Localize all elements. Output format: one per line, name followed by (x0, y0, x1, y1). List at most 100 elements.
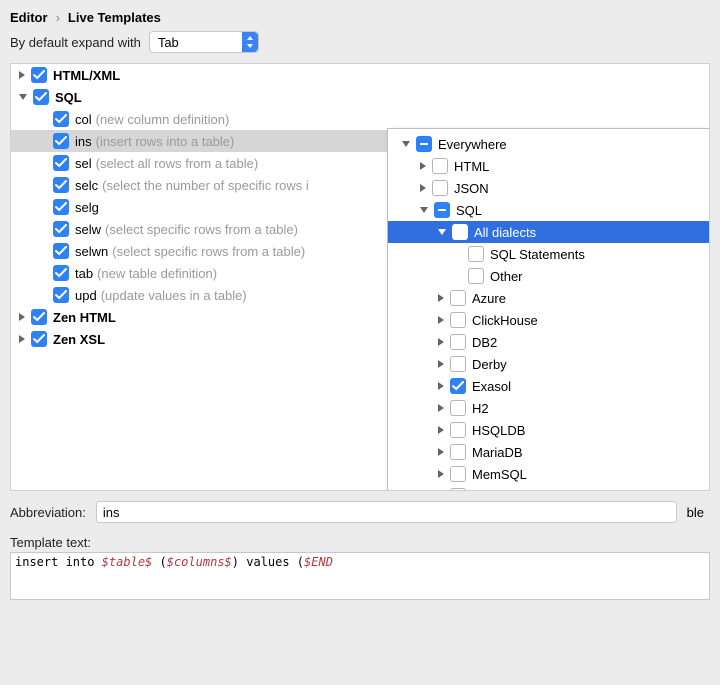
checkbox-indeterminate-icon[interactable] (416, 136, 432, 152)
tree-item-abbr: tab (75, 266, 93, 281)
popup-row-everywhere[interactable]: Everywhere (388, 133, 710, 155)
checkbox-icon[interactable] (53, 155, 69, 171)
popup-row-all-dialects[interactable]: All dialects (388, 221, 710, 243)
popup-row[interactable]: MariaDB (388, 441, 710, 463)
popup-row[interactable]: Other (388, 265, 710, 287)
checkbox-icon[interactable] (432, 158, 448, 174)
popup-label: HTML (454, 159, 489, 174)
popup-row[interactable]: SQL Statements (388, 243, 710, 265)
checkbox-icon[interactable] (53, 243, 69, 259)
abbreviation-input[interactable] (96, 501, 677, 523)
tree-item[interactable]: col (new column definition) (11, 108, 709, 130)
checkbox-icon[interactable] (450, 290, 466, 306)
chevron-right-icon (19, 71, 25, 79)
popup-label: Everywhere (438, 137, 507, 152)
tree-group-label: HTML/XML (53, 68, 120, 83)
checkbox-icon[interactable] (450, 488, 466, 491)
crumb-sep: › (56, 10, 60, 25)
checkbox-indeterminate-icon[interactable] (434, 202, 450, 218)
expand-select[interactable]: Tab (149, 31, 259, 53)
popup-label: SQL Statements (490, 247, 585, 262)
checkbox-icon[interactable] (450, 378, 466, 394)
tree-item-abbr: col (75, 112, 92, 127)
popup-row[interactable]: Azure (388, 287, 710, 309)
popup-row[interactable]: Exasol (388, 375, 710, 397)
checkbox-icon[interactable] (468, 268, 484, 284)
popup-label: MariaDB (472, 445, 523, 460)
chevron-right-icon (438, 426, 444, 434)
templates-tree[interactable]: HTML/XML SQL col (new column definition)… (10, 63, 710, 491)
popup-label: JSON (454, 181, 489, 196)
checkbox-icon[interactable] (31, 309, 47, 325)
chevron-right-icon (438, 382, 444, 390)
checkbox-icon[interactable] (31, 331, 47, 347)
chevron-down-icon (438, 229, 446, 235)
popup-label: Exasol (472, 379, 511, 394)
breadcrumb: Editor › Live Templates (10, 0, 710, 31)
checkbox-icon[interactable] (33, 89, 49, 105)
crumb-live-templates: Live Templates (68, 10, 161, 25)
tree-item-abbr: selwn (75, 244, 108, 259)
popup-label: MySQL (472, 489, 515, 492)
popup-row[interactable]: MemSQL (388, 463, 710, 485)
template-text-area[interactable]: insert into $table$ ($columns$) values (… (10, 552, 710, 600)
checkbox-icon[interactable] (53, 111, 69, 127)
tree-item-desc: (select specific rows from a table) (105, 222, 298, 237)
checkbox-icon[interactable] (31, 67, 47, 83)
chevron-right-icon (438, 470, 444, 478)
tree-group-label: Zen HTML (53, 310, 116, 325)
tree-item-desc: (update values in a table) (101, 288, 247, 303)
checkbox-icon[interactable] (450, 312, 466, 328)
popup-row[interactable]: HSQLDB (388, 419, 710, 441)
tree-item-desc: (new column definition) (96, 112, 230, 127)
chevron-down-icon (19, 94, 27, 100)
popup-label: Azure (472, 291, 506, 306)
tree-item-abbr: ins (75, 134, 92, 149)
checkbox-icon[interactable] (53, 221, 69, 237)
expand-select-value: Tab (158, 35, 179, 50)
checkbox-icon[interactable] (450, 334, 466, 350)
chevron-right-icon (420, 162, 426, 170)
tree-item-desc: (select specific rows from a table) (112, 244, 305, 259)
popup-row-sql[interactable]: SQL (388, 199, 710, 221)
popup-row[interactable]: HTML (388, 155, 710, 177)
checkbox-icon[interactable] (450, 356, 466, 372)
chevron-right-icon (438, 448, 444, 456)
context-popup[interactable]: Everywhere HTML JSON SQL All dialects (387, 128, 710, 491)
checkbox-icon[interactable] (53, 287, 69, 303)
tree-item-abbr: selw (75, 222, 101, 237)
checkbox-icon[interactable] (450, 422, 466, 438)
popup-row[interactable]: DB2 (388, 331, 710, 353)
truncated-text: ble (687, 505, 710, 520)
checkbox-icon[interactable] (468, 246, 484, 262)
popup-row[interactable]: JSON (388, 177, 710, 199)
popup-label: Other (490, 269, 523, 284)
popup-label: ClickHouse (472, 313, 538, 328)
checkbox-icon[interactable] (53, 133, 69, 149)
tree-group-label: SQL (55, 90, 82, 105)
popup-row[interactable]: ClickHouse (388, 309, 710, 331)
popup-label: MemSQL (472, 467, 527, 482)
popup-label: H2 (472, 401, 489, 416)
checkbox-icon[interactable] (53, 265, 69, 281)
popup-row[interactable]: H2 (388, 397, 710, 419)
popup-row[interactable]: Derby (388, 353, 710, 375)
chevron-down-icon (420, 207, 428, 213)
checkbox-icon[interactable] (450, 466, 466, 482)
chevron-right-icon (438, 360, 444, 368)
template-text-label: Template text: (10, 535, 710, 550)
tree-group-label: Zen XSL (53, 332, 105, 347)
checkbox-icon[interactable] (452, 224, 468, 240)
tree-group[interactable]: HTML/XML (11, 64, 709, 86)
chevron-updown-icon (242, 32, 258, 52)
checkbox-icon[interactable] (53, 199, 69, 215)
tree-item-abbr: upd (75, 288, 97, 303)
checkbox-icon[interactable] (450, 400, 466, 416)
checkbox-icon[interactable] (450, 444, 466, 460)
chevron-right-icon (438, 316, 444, 324)
checkbox-icon[interactable] (53, 177, 69, 193)
popup-row[interactable]: MySQL (388, 485, 710, 491)
checkbox-icon[interactable] (432, 180, 448, 196)
tree-group[interactable]: SQL (11, 86, 709, 108)
crumb-editor[interactable]: Editor (10, 10, 48, 25)
